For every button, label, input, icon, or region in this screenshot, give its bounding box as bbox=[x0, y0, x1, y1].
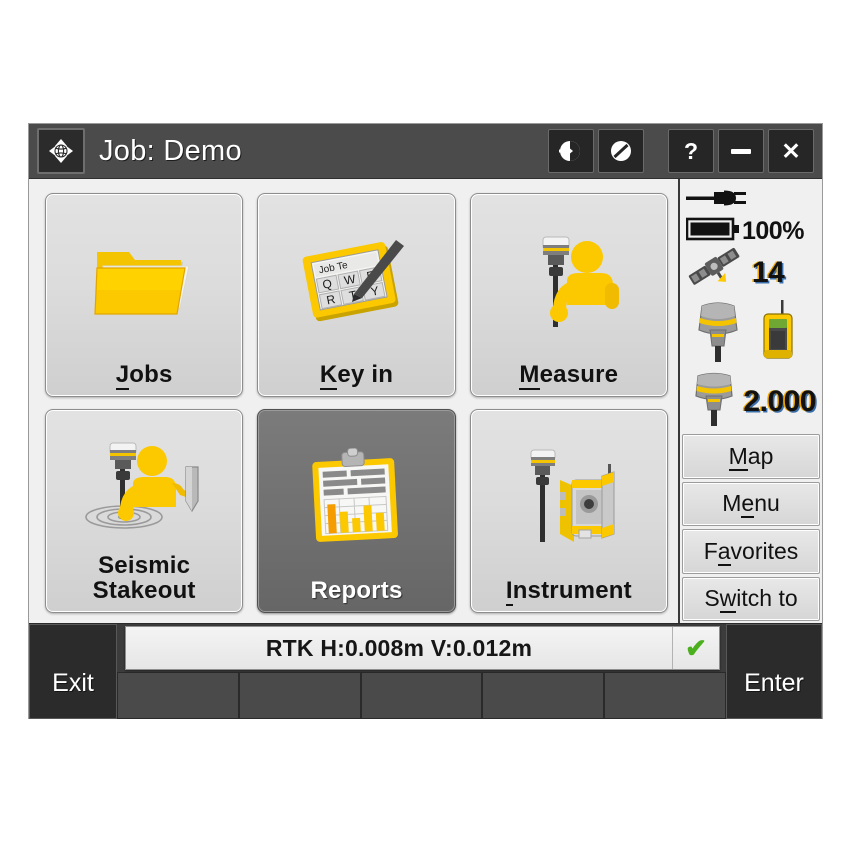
login-icon[interactable] bbox=[548, 129, 594, 173]
main-panel: Jobs Job Te Q W R T Y Key in Measure Sei… bbox=[29, 179, 678, 623]
tile-label-jobs: Jobs bbox=[115, 361, 173, 391]
bottom-bar: Exit RTK H:0.008m V:0.012m ✔ Enter bbox=[29, 623, 822, 719]
softkey-area: RTK H:0.008m V:0.012m ✔ bbox=[117, 624, 726, 719]
exit-button[interactable]: Exit bbox=[29, 624, 117, 719]
softkey-row bbox=[117, 672, 726, 719]
total-station-icon bbox=[471, 410, 667, 579]
tile-measure[interactable]: Measure bbox=[469, 193, 668, 397]
tile-label-key-in: Key in bbox=[319, 361, 394, 391]
tile-key-in[interactable]: Job Te Q W E R T bbox=[257, 193, 456, 397]
rover-row: 2.000 bbox=[686, 371, 816, 433]
tile-seismic-stakeout[interactable]: Seismic Stakeout bbox=[45, 409, 244, 613]
rail-menu: Map Menu Favorites Switch to bbox=[680, 431, 822, 623]
enter-button[interactable]: Enter bbox=[726, 624, 822, 719]
window-title: Job: Demo bbox=[99, 134, 242, 167]
tile-grid: Jobs Job Te Q W R T Y Key in Measure Sei… bbox=[45, 193, 668, 613]
rail-button-map[interactable]: Map bbox=[682, 434, 820, 479]
power-row bbox=[686, 185, 816, 215]
globe-compass-icon[interactable] bbox=[37, 128, 85, 174]
title-bar-buttons: ? ✕ bbox=[548, 129, 822, 173]
status-bar[interactable]: RTK H:0.008m V:0.012m ✔ bbox=[125, 626, 720, 670]
rail-button-menu[interactable]: Menu bbox=[682, 481, 820, 526]
handheld-controller-icon bbox=[758, 299, 798, 371]
stakeout-icon bbox=[46, 410, 242, 554]
gnss-rover-icon bbox=[686, 370, 743, 435]
help-icon[interactable]: ? bbox=[668, 129, 714, 173]
rail-button-favorites[interactable]: Favorites bbox=[682, 529, 820, 574]
keypad-stylus-icon: Job Te Q W E R T bbox=[258, 194, 454, 363]
tile-label-seismic-stakeout: Seismic Stakeout bbox=[92, 552, 196, 605]
tile-label-measure: Measure bbox=[519, 361, 619, 391]
rail-button-switch-to[interactable]: Switch to bbox=[682, 576, 820, 621]
surveyor-icon bbox=[471, 194, 667, 363]
rtk-status-text: RTK H:0.008m V:0.012m bbox=[265, 634, 533, 661]
tile-label-instrument: Instrument bbox=[505, 577, 632, 607]
tile-instrument[interactable]: Instrument bbox=[469, 409, 668, 613]
clipboard-chart-icon bbox=[258, 410, 454, 579]
receiver-row bbox=[686, 299, 816, 371]
softkey-2[interactable] bbox=[238, 672, 361, 719]
softkey-4[interactable] bbox=[482, 672, 605, 719]
antenna-height: 2.000 bbox=[743, 385, 816, 418]
title-bar: Job: Demo ? ✕ bbox=[29, 124, 822, 179]
status-rail: 100% 14 2.000 Map Menu Favorites Switch … bbox=[678, 179, 822, 623]
softkey-5[interactable] bbox=[604, 672, 726, 719]
satellite-icon bbox=[686, 246, 752, 301]
check-icon: ✔ bbox=[672, 627, 719, 669]
minimize-icon[interactable] bbox=[718, 129, 764, 173]
close-icon[interactable]: ✕ bbox=[768, 129, 814, 173]
satellite-count: 14 bbox=[752, 256, 785, 289]
folder-icon bbox=[46, 194, 242, 363]
tile-label-reports: Reports bbox=[310, 577, 403, 605]
power-plug-icon bbox=[686, 186, 748, 215]
titlebar-divider bbox=[648, 151, 664, 152]
battery-row: 100% bbox=[685, 215, 816, 247]
no-entry-icon[interactable] bbox=[598, 129, 644, 173]
satellite-row: 14 bbox=[686, 247, 816, 299]
battery-full-icon bbox=[685, 216, 742, 247]
tile-reports[interactable]: Reports bbox=[257, 409, 456, 613]
window-body: Jobs Job Te Q W R T Y Key in Measure Sei… bbox=[29, 179, 822, 623]
battery-level: 100% bbox=[742, 216, 804, 245]
softkey-3[interactable] bbox=[360, 672, 483, 719]
gnss-receiver-icon bbox=[686, 298, 758, 373]
tile-jobs[interactable]: Jobs bbox=[45, 193, 244, 397]
application-window: Job: Demo ? ✕ Jobs Job Te Q W R T Y Key … bbox=[28, 123, 823, 719]
softkey-1[interactable] bbox=[117, 672, 239, 719]
status-indicators: 100% 14 2.000 bbox=[680, 179, 822, 431]
